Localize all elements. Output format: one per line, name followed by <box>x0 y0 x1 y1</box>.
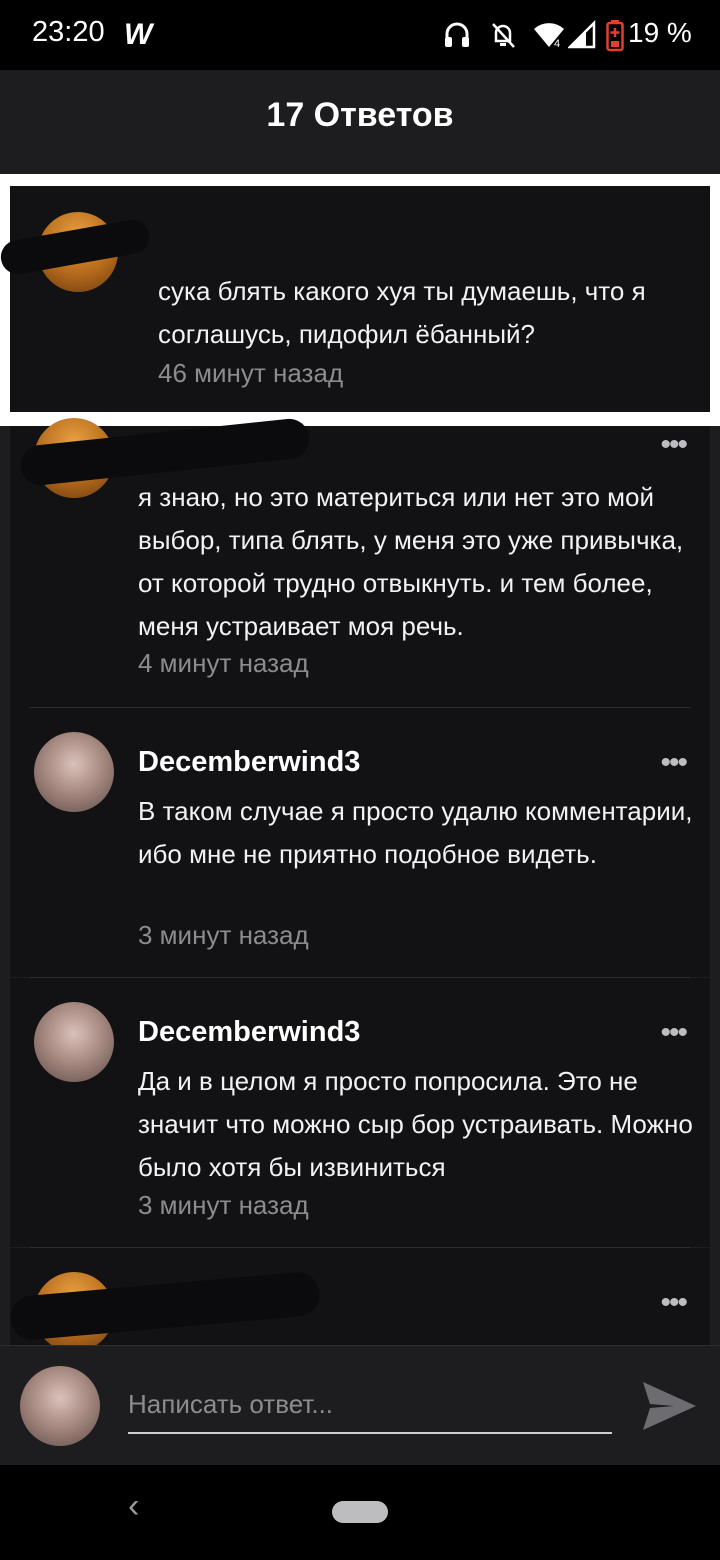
parent-comment-card: сука блять какого хуя ты думаешь, что я … <box>0 186 710 412</box>
send-icon[interactable] <box>640 1378 698 1434</box>
headphones-icon <box>445 22 469 47</box>
comment-text: Да и в целом я просто попросила. Это не … <box>138 1066 693 1182</box>
avatar[interactable] <box>20 1366 100 1446</box>
list-item: Decemberwind3 ••• В таком случае я прост… <box>10 708 710 977</box>
comment-time: 3 минут назад <box>138 1190 309 1220</box>
avatar[interactable] <box>34 1002 114 1082</box>
list-item: ••• я знаю, но это материться или нет эт… <box>10 416 710 708</box>
wattpad-icon: W <box>124 18 152 51</box>
battery-icon <box>606 20 624 52</box>
comment-text: В таком случае я просто удалю комментари… <box>138 796 693 869</box>
reply-input[interactable] <box>128 1376 612 1434</box>
comment-author[interactable]: Decemberwind3 <box>138 1016 360 1049</box>
comment-time: 3 минут назад <box>138 920 309 950</box>
parent-comment: сука блять какого хуя ты думаешь, что я … <box>0 174 720 426</box>
list-item: Decemberwind3 ••• Да и в целом я просто … <box>10 978 710 1247</box>
avatar[interactable] <box>34 732 114 812</box>
more-options-icon[interactable]: ••• <box>660 1286 687 1320</box>
battery-percent: 19 % <box>628 17 692 48</box>
more-options-icon[interactable]: ••• <box>660 428 687 462</box>
status-time: 23:20 <box>32 16 105 48</box>
wifi-icon: 4 <box>534 23 564 50</box>
bell-off-icon <box>492 23 515 48</box>
comment-time: 46 минут назад <box>158 358 344 388</box>
comment-text: сука блять какого хуя ты думаешь, что я … <box>158 276 646 349</box>
page-title: 17 Ответов <box>266 96 454 134</box>
signal-icon <box>568 20 596 49</box>
comment-author[interactable]: Decemberwind3 <box>138 746 360 779</box>
comment-text: я знаю, но это материться или нет это мо… <box>138 482 684 641</box>
nav-bar: ‹ <box>0 1465 720 1560</box>
svg-text:4: 4 <box>554 38 560 50</box>
back-icon[interactable]: ‹ <box>128 1487 139 1526</box>
list-item: ••• <box>8 1248 710 1345</box>
reply-bar <box>0 1345 720 1466</box>
home-handle[interactable] <box>332 1501 388 1523</box>
status-bar: 23:20 W 4 19 % <box>0 0 720 70</box>
comment-time: 4 минут назад <box>138 648 309 678</box>
more-options-icon[interactable]: ••• <box>660 746 687 780</box>
comment-list[interactable]: сука блять какого хуя ты думаешь, что я … <box>0 170 720 1345</box>
more-options-icon[interactable]: ••• <box>660 1016 687 1050</box>
